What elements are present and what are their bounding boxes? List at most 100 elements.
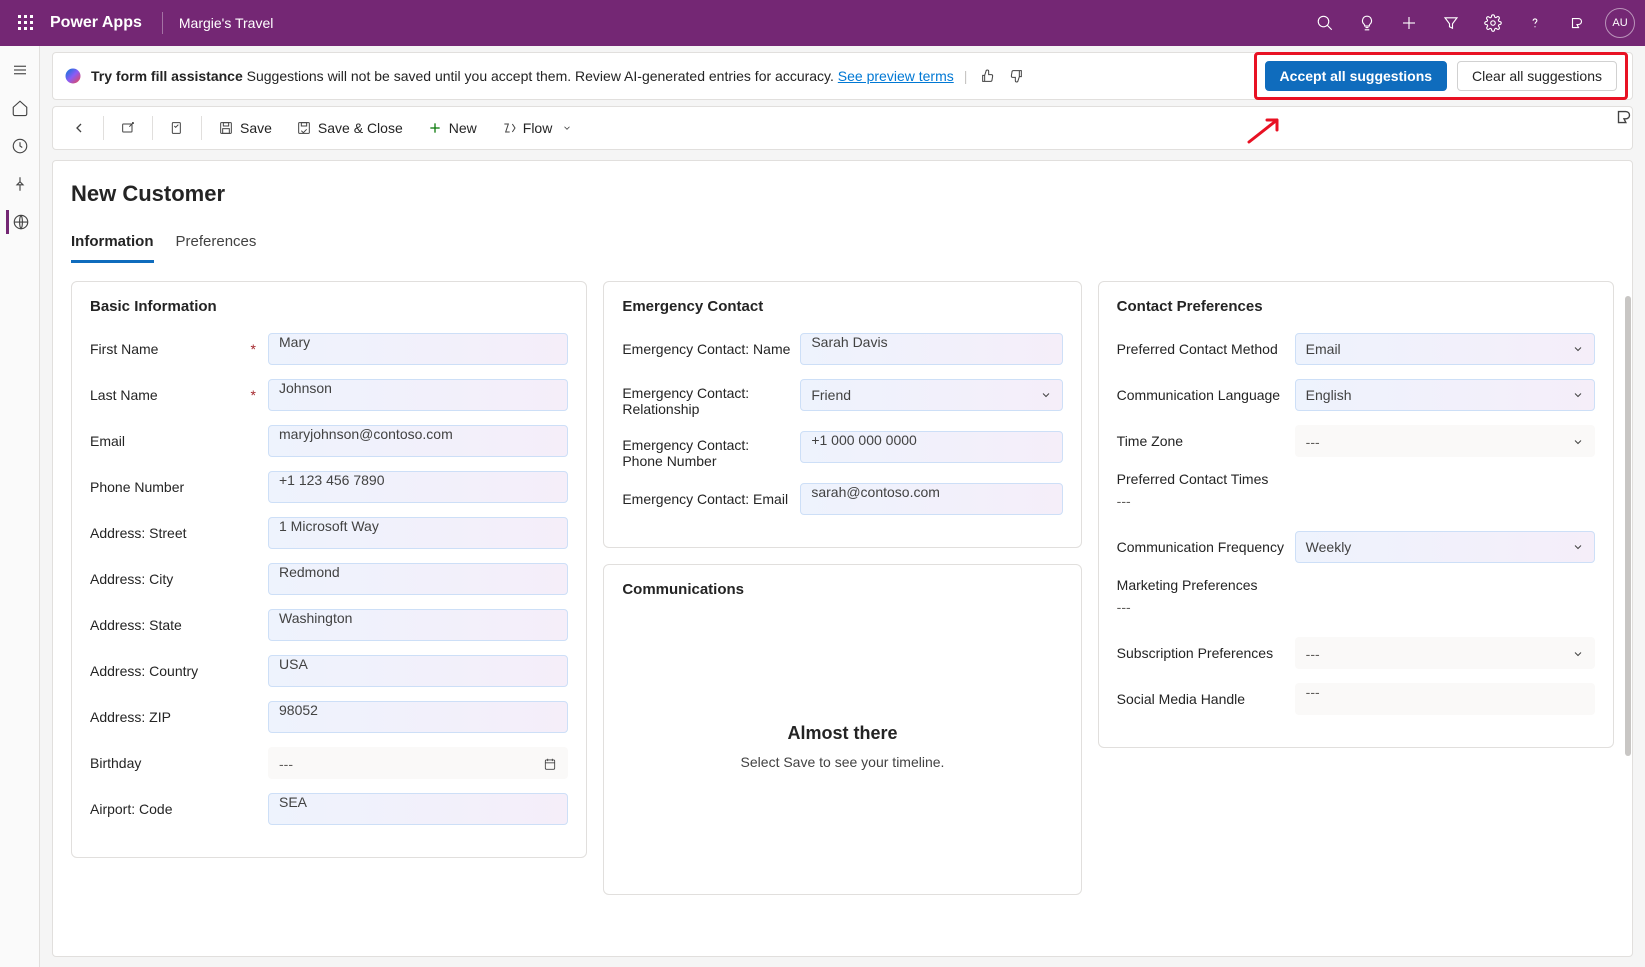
header-icons: AU	[1307, 5, 1635, 41]
pref-lang-select[interactable]: English	[1295, 379, 1595, 411]
last-name-input[interactable]: Johnson	[268, 379, 568, 411]
chevron-down-icon	[1572, 389, 1584, 401]
country-input[interactable]: USA	[268, 655, 568, 687]
pref-social-input[interactable]: ---	[1295, 683, 1595, 715]
save-close-button[interactable]: Save & Close	[284, 107, 415, 149]
user-avatar[interactable]: AU	[1605, 8, 1635, 38]
back-button[interactable]	[59, 107, 99, 149]
birthday-input[interactable]: ---	[268, 747, 568, 779]
suggestion-buttons-highlight: Accept all suggestions Clear all suggest…	[1254, 52, 1628, 100]
city-label: Address: City	[90, 571, 260, 587]
state-input[interactable]: Washington	[268, 609, 568, 641]
copilot-icon[interactable]	[1559, 5, 1595, 41]
globe-icon[interactable]	[6, 210, 30, 234]
section-communications: Communications Almost there Select Save …	[603, 564, 1081, 895]
notice-body: Suggestions will not be saved until you …	[247, 68, 834, 84]
app-title: Power Apps	[50, 14, 142, 32]
hamburger-icon[interactable]	[8, 58, 32, 82]
app-header: Power Apps Margie's Travel AU	[0, 0, 1645, 46]
accept-all-button[interactable]: Accept all suggestions	[1265, 61, 1447, 91]
environment-name[interactable]: Margie's Travel	[179, 15, 273, 31]
filter-icon[interactable]	[1433, 5, 1469, 41]
command-bar: Save Save & Close New Flow	[52, 106, 1633, 150]
phone-input[interactable]: +1 123 456 7890	[268, 471, 568, 503]
tab-information[interactable]: Information	[71, 233, 154, 263]
form-fill-notice: Try form fill assistance Suggestions wil…	[52, 52, 1633, 100]
tab-preferences[interactable]: Preferences	[176, 233, 257, 263]
open-new-window-button[interactable]	[108, 107, 148, 149]
thumbs-down-icon[interactable]	[1005, 65, 1027, 87]
pref-method-value: Email	[1306, 341, 1341, 357]
almost-there-sub: Select Save to see your timeline.	[741, 754, 945, 770]
thumbs-up-icon[interactable]	[977, 65, 999, 87]
section-title: Basic Information	[90, 298, 568, 315]
chevron-down-icon	[1572, 541, 1584, 553]
airport-label: Airport: Code	[90, 801, 260, 817]
chevron-down-icon	[1040, 389, 1052, 401]
ec-email-label: Emergency Contact: Email	[622, 491, 792, 507]
pref-freq-value: Weekly	[1306, 539, 1352, 555]
phone-label: Phone Number	[90, 479, 260, 495]
preview-terms-link[interactable]: See preview terms	[838, 68, 954, 84]
waffle-icon[interactable]	[10, 7, 42, 39]
chevron-down-icon	[1572, 343, 1584, 355]
section-basic-information: Basic Information First Name Mary Last N…	[71, 281, 587, 858]
chevron-down-icon	[1572, 648, 1584, 660]
ec-name-input[interactable]: Sarah Davis	[800, 333, 1062, 365]
copilot-logo-icon	[63, 66, 83, 86]
ec-rel-select[interactable]: Friend	[800, 379, 1062, 411]
first-name-label: First Name	[90, 341, 260, 357]
recent-icon[interactable]	[8, 134, 32, 158]
pref-method-select[interactable]: Email	[1295, 333, 1595, 365]
new-label: New	[449, 120, 477, 136]
ec-rel-value: Friend	[811, 387, 851, 403]
pref-marketing-value[interactable]: ---	[1117, 599, 1131, 615]
almost-there-heading: Almost there	[787, 723, 897, 744]
pref-tz-select[interactable]: ---	[1295, 425, 1595, 457]
ec-name-label: Emergency Contact: Name	[622, 341, 792, 357]
section-title: Emergency Contact	[622, 298, 1062, 315]
home-icon[interactable]	[8, 96, 32, 120]
airport-input[interactable]: SEA	[268, 793, 568, 825]
lightbulb-icon[interactable]	[1349, 5, 1385, 41]
street-input[interactable]: 1 Microsoft Way	[268, 517, 568, 549]
flow-button[interactable]: Flow	[489, 107, 585, 149]
section-title: Contact Preferences	[1117, 298, 1595, 315]
pref-tz-label: Time Zone	[1117, 433, 1287, 449]
birthday-label: Birthday	[90, 755, 260, 771]
street-label: Address: Street	[90, 525, 260, 541]
pref-sub-select[interactable]: ---	[1295, 637, 1595, 669]
page-title: New Customer	[71, 181, 1614, 207]
pin-icon[interactable]	[8, 172, 32, 196]
calendar-icon	[543, 757, 557, 771]
help-icon[interactable]	[1517, 5, 1553, 41]
notice-text: Try form fill assistance Suggestions wil…	[91, 68, 954, 84]
pref-lang-value: English	[1306, 387, 1352, 403]
checklist-button[interactable]	[157, 107, 197, 149]
header-separator	[162, 12, 163, 34]
ec-email-input[interactable]: sarah@contoso.com	[800, 483, 1062, 515]
ec-rel-label: Emergency Contact: Relationship	[622, 379, 792, 417]
pref-method-label: Preferred Contact Method	[1117, 341, 1287, 357]
pref-lang-label: Communication Language	[1117, 387, 1287, 403]
plus-icon[interactable]	[1391, 5, 1427, 41]
copilot-side-button[interactable]	[1613, 106, 1637, 130]
city-input[interactable]: Redmond	[268, 563, 568, 595]
new-button[interactable]: New	[415, 107, 489, 149]
annotation-arrow-icon	[1247, 116, 1283, 144]
gear-icon[interactable]	[1475, 5, 1511, 41]
zip-input[interactable]: 98052	[268, 701, 568, 733]
pref-sub-value: ---	[1306, 646, 1320, 662]
form-tabs: Information Preferences	[71, 233, 1614, 263]
state-label: Address: State	[90, 617, 260, 633]
email-input[interactable]: maryjohnson@contoso.com	[268, 425, 568, 457]
save-button[interactable]: Save	[206, 107, 284, 149]
clear-all-button[interactable]: Clear all suggestions	[1457, 61, 1617, 91]
pref-freq-select[interactable]: Weekly	[1295, 531, 1595, 563]
pref-times-value[interactable]: ---	[1117, 493, 1131, 509]
scrollbar[interactable]	[1625, 296, 1631, 756]
search-icon[interactable]	[1307, 5, 1343, 41]
first-name-input[interactable]: Mary	[268, 333, 568, 365]
last-name-label: Last Name	[90, 387, 260, 403]
ec-phone-input[interactable]: +1 000 000 0000	[800, 431, 1062, 463]
